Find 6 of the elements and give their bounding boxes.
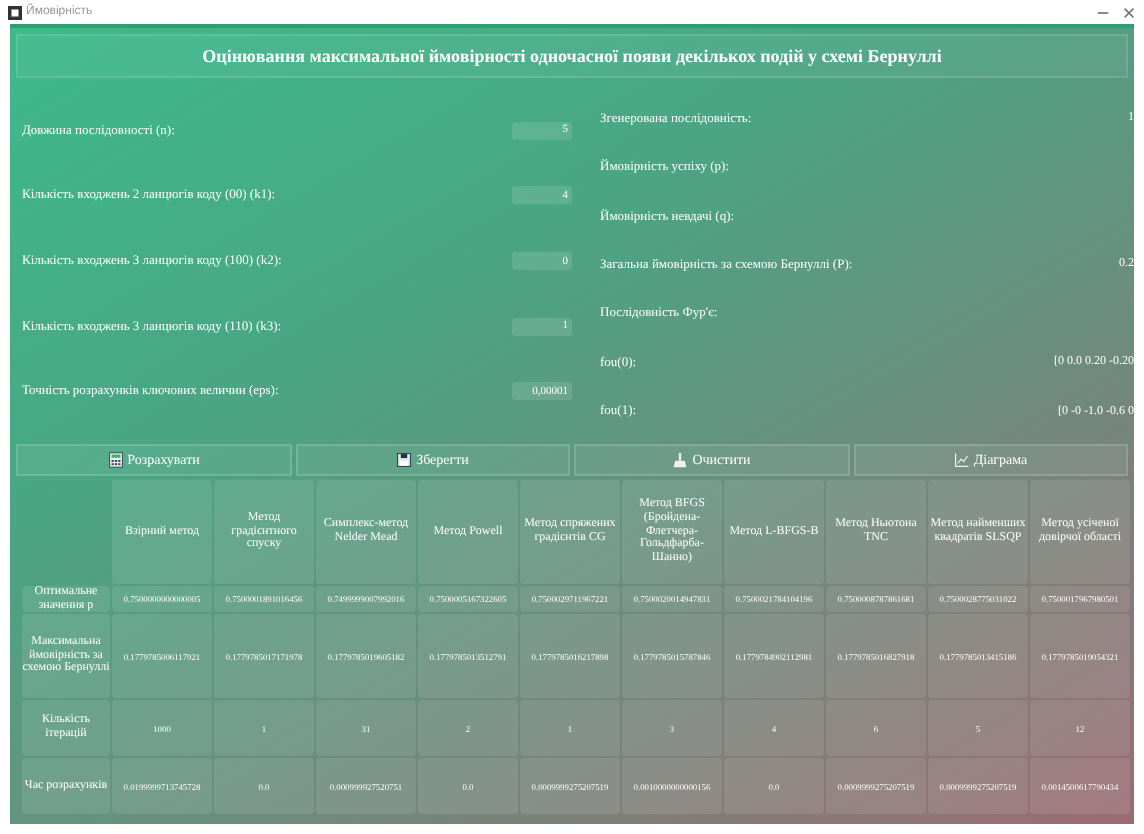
app-icon [8,5,22,19]
close-icon[interactable] [1122,5,1136,19]
chart-icon [953,452,970,468]
header-title: Оцінювання максимальної ймовірності одночасної появи декількох подій у схемі Бернуллі [16,34,1128,78]
broom-icon [672,452,689,468]
calculator-icon [107,452,124,468]
